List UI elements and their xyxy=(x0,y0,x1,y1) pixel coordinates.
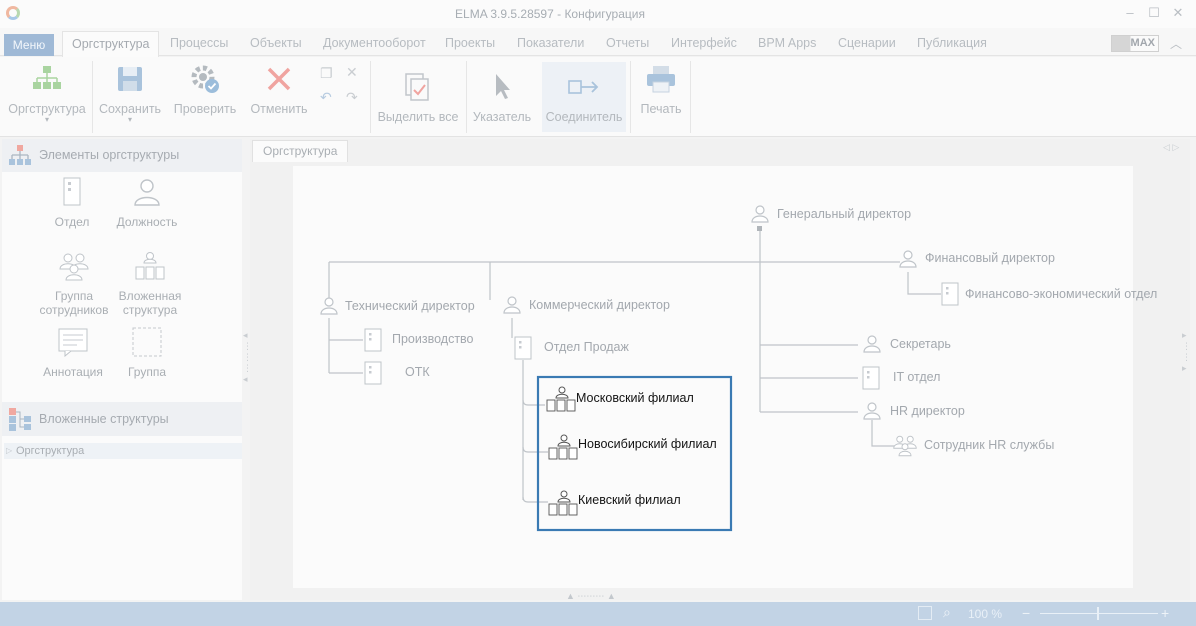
node-production[interactable]: Производство xyxy=(392,332,474,346)
moscow-branch-icon xyxy=(546,386,576,412)
node-finance-department[interactable]: Финансово-экономический отдел xyxy=(965,287,1157,301)
zoom-value: 100 % xyxy=(968,607,1003,621)
node-it-department[interactable]: IT отдел xyxy=(893,370,940,384)
node-hr-director[interactable]: HR директор xyxy=(890,404,965,418)
general-director-icon xyxy=(751,205,769,223)
node-otk[interactable]: ОТК xyxy=(405,365,430,379)
node-general-director[interactable]: Генеральный директор xyxy=(777,207,911,221)
commercial-director-icon xyxy=(503,296,521,314)
node-financial-director[interactable]: Финансовый директор xyxy=(925,251,1055,265)
otk-dept-icon xyxy=(364,361,382,385)
node-commercial-director[interactable]: Коммерческий директор xyxy=(529,298,670,312)
right-splitter-icon[interactable]: ▸ ⋮ ⋮ ▸ xyxy=(1182,330,1191,374)
zoom-out-icon[interactable]: − xyxy=(1022,605,1030,621)
node-technical-director[interactable]: Технический директор xyxy=(345,299,475,313)
node-secretary[interactable]: Секретарь xyxy=(890,337,951,351)
novosibirsk-branch-icon xyxy=(548,434,578,460)
hr-director-icon xyxy=(863,402,881,420)
production-dept-icon xyxy=(364,328,382,352)
node-kiev-branch[interactable]: Киевский филиал xyxy=(578,493,681,507)
zoom-in-icon[interactable]: + xyxy=(1161,605,1169,621)
node-sales-department[interactable]: Отдел Продаж xyxy=(544,340,629,354)
zoom-slider-track[interactable] xyxy=(1040,613,1158,614)
bottom-splitter-icon[interactable]: ▲ ⋯⋯⋯ ▲ xyxy=(566,591,616,602)
secretary-icon xyxy=(863,335,881,353)
orgchart-diagram xyxy=(320,205,959,532)
financial-director-icon xyxy=(899,250,917,268)
finance-dept-icon xyxy=(941,282,959,306)
node-novosibirsk-branch[interactable]: Новосибирский филиал xyxy=(578,437,717,451)
sales-dept-icon xyxy=(514,336,532,360)
grid-icon[interactable] xyxy=(918,606,932,620)
zoom-magnifier-icon[interactable]: ⌕ xyxy=(943,604,951,621)
status-bar: ⌕ 100 % − + xyxy=(0,602,1196,626)
node-moscow-branch[interactable]: Московский филиал xyxy=(576,391,694,405)
technical-director-icon xyxy=(320,297,338,315)
node-hr-employee[interactable]: Сотрудник HR службы xyxy=(924,438,1054,452)
it-dept-icon xyxy=(862,366,880,390)
zoom-slider-thumb[interactable] xyxy=(1097,607,1099,620)
kiev-branch-icon xyxy=(548,490,578,516)
hr-employee-group-icon xyxy=(893,435,917,457)
